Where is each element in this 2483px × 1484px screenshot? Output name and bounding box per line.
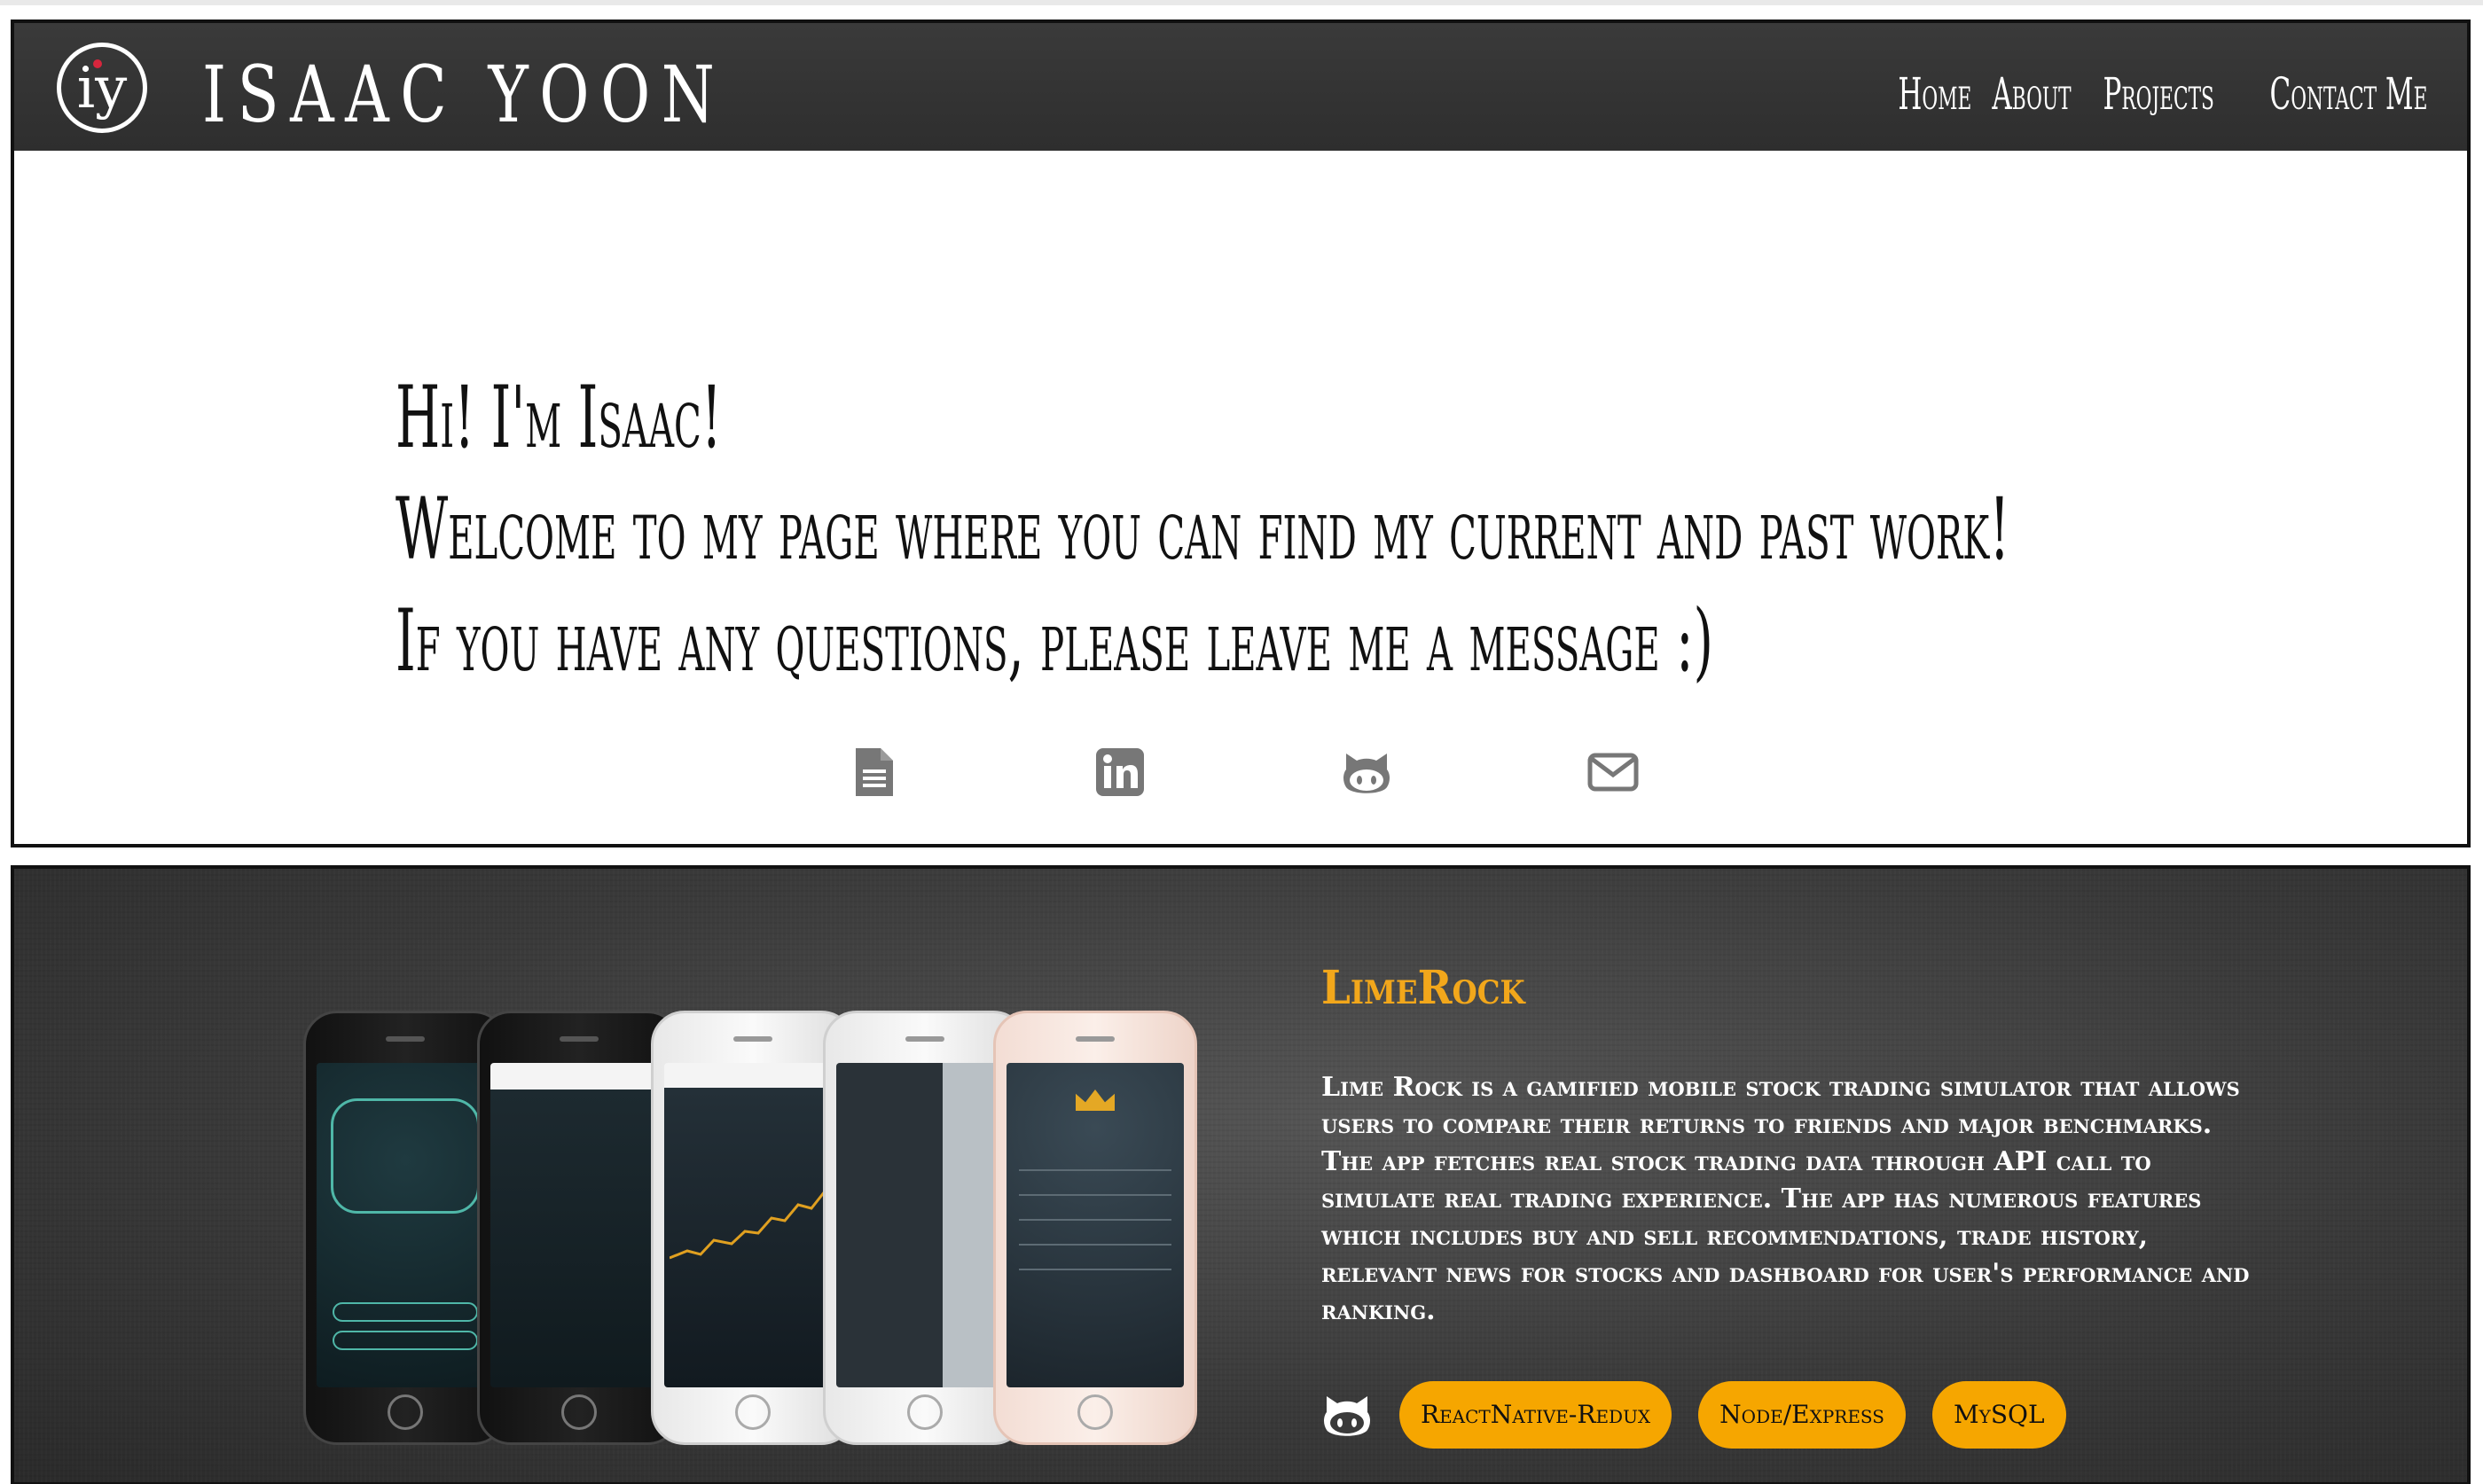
intro-line-welcome: Welcome to my page where you can find my… (396, 480, 2010, 579)
phone-speaker (905, 1036, 944, 1042)
intro-section: Hi! I'm Isaac! Welcome to my page where … (11, 151, 2471, 847)
tag-node-express[interactable]: Node/Express (1698, 1381, 1906, 1449)
phone-home-button (907, 1394, 943, 1430)
logo-text: iy (76, 56, 128, 121)
phone-screen (490, 1063, 668, 1387)
phone-speaker (733, 1036, 772, 1042)
phone-screen (317, 1063, 494, 1387)
social-links (848, 746, 1639, 798)
nav-home[interactable]: Home (1898, 59, 1971, 129)
github-icon[interactable] (1321, 1389, 1373, 1441)
project-description: Lime Rock is a gamified mobile stock tra… (1321, 1072, 2250, 1326)
site-header: iy ISAAC YOON Home About Projects Contac… (11, 20, 2471, 154)
tag-mysql[interactable]: MySQL (1931, 1381, 2066, 1449)
tag-reactnative-redux[interactable]: ReactNative-Redux (1399, 1381, 1672, 1449)
nav-about[interactable]: About (1992, 59, 2071, 129)
phone-speaker (560, 1036, 599, 1042)
project-title: LimeRock (1321, 961, 1525, 1015)
phone-speaker (386, 1036, 425, 1042)
phone-rankings (993, 1011, 1197, 1445)
email-icon[interactable] (1587, 746, 1639, 798)
project-screenshot (303, 1011, 1199, 1445)
screen-ranking-rows (1019, 1169, 1171, 1293)
phone-speaker (1076, 1036, 1115, 1042)
github-icon[interactable] (1341, 746, 1392, 798)
top-border (0, 0, 2483, 5)
phone-home-button (735, 1394, 771, 1430)
nav-projects[interactable]: Projects (2103, 59, 2213, 129)
resume-icon[interactable] (848, 746, 899, 798)
screen-logo-bubble (331, 1098, 480, 1214)
phone-screen (836, 1063, 1014, 1387)
linkedin-icon[interactable] (1094, 746, 1146, 798)
intro-line-questions: If you have any questions, please leave … (396, 591, 1713, 691)
project-section: LimeRock Lime Rock is a gamified mobile … (11, 865, 2471, 1484)
nav-contact[interactable]: Contact Me (2269, 59, 2427, 129)
intro-line-greeting: Hi! I'm Isaac! (396, 368, 722, 467)
phone-home-button (388, 1394, 423, 1430)
screen-chart (670, 1180, 842, 1260)
site-title[interactable]: ISAAC YOON (202, 55, 725, 135)
logo-dot (93, 59, 102, 68)
project-tags: ReactNative-Redux Node/Express MySQL (1321, 1381, 2066, 1449)
phone-home-button (1077, 1394, 1113, 1430)
logo[interactable]: iy (57, 43, 147, 133)
intro-text: Hi! I'm Isaac! Welcome to my page where … (396, 362, 2346, 697)
phone-home-button (561, 1394, 597, 1430)
screen-button (333, 1331, 478, 1350)
main-nav: Home About Projects Contact Me (1898, 59, 2449, 129)
phone-screen (1007, 1063, 1184, 1387)
phone-screen (664, 1063, 842, 1387)
screen-button (333, 1302, 478, 1322)
crown-icon (1076, 1090, 1115, 1111)
